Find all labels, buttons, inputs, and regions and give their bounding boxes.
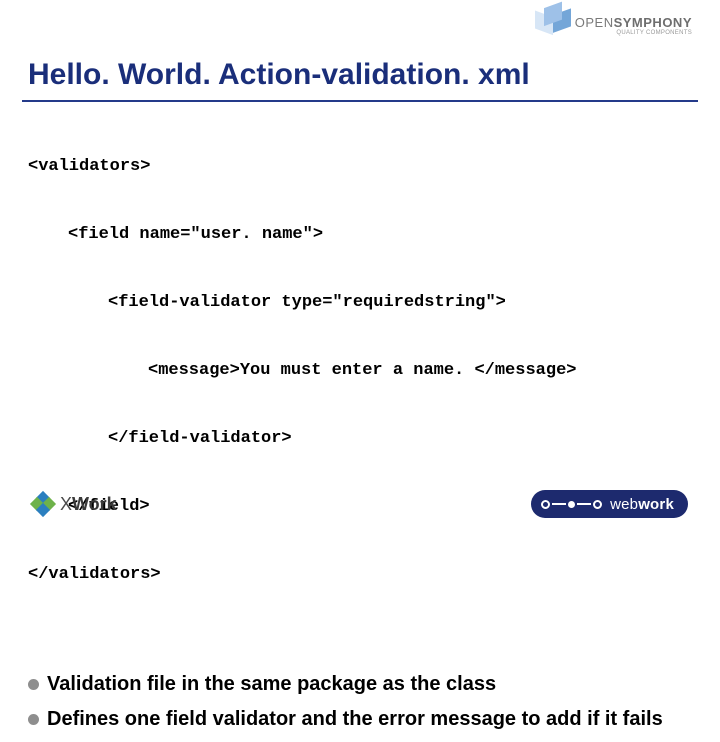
slide-title: Hello. World. Action-validation. xml	[28, 58, 692, 91]
code-block: <validators> <field name="user. name"> <…	[28, 116, 692, 660]
xwork-icon	[32, 493, 54, 515]
xwork-work: Work	[72, 494, 117, 514]
webwork-badge: webwork	[531, 490, 688, 518]
webwork-icon	[541, 500, 602, 509]
brand-light: OPEN	[575, 15, 614, 30]
code-line: <validators>	[28, 150, 692, 184]
code-line: <message>You must enter a name. </messag…	[28, 354, 692, 388]
slide-content: <validators> <field name="user. name"> <…	[28, 116, 692, 742]
code-line: </validators>	[28, 558, 692, 592]
xwork-text: XWork	[60, 494, 117, 515]
title-underline	[22, 100, 698, 102]
bullet-item: Defines one field validator and the erro…	[28, 707, 692, 732]
footer: XWork webwork	[0, 482, 720, 526]
brand-subtitle: QUALITY COMPONENTS	[575, 30, 692, 36]
webwork-bold: work	[638, 496, 674, 513]
bullet-dot-icon	[28, 679, 39, 690]
bullet-list: Validation file in the same package as t…	[28, 672, 692, 732]
bullet-text: Defines one field validator and the erro…	[47, 707, 663, 732]
brand-bold: SYMPHONY	[614, 15, 692, 30]
opensymphony-logo: OPENSYMPHONY QUALITY COMPONENTS	[541, 12, 692, 40]
webwork-text: webwork	[610, 496, 674, 513]
xwork-logo: XWork	[32, 493, 117, 515]
bullet-item: Validation file in the same package as t…	[28, 672, 692, 697]
bullet-dot-icon	[28, 714, 39, 725]
opensymphony-text: OPENSYMPHONY QUALITY COMPONENTS	[575, 16, 692, 36]
slide: OPENSYMPHONY QUALITY COMPONENTS Hello. W…	[0, 0, 720, 540]
code-line: <field-validator type="requiredstring">	[28, 286, 692, 320]
code-line: <field name="user. name">	[28, 218, 692, 252]
webwork-pre: web	[610, 496, 638, 513]
xwork-x: X	[60, 494, 72, 514]
header-bar: OPENSYMPHONY QUALITY COMPONENTS	[0, 0, 720, 60]
code-line: </field-validator>	[28, 422, 692, 456]
bullet-text: Validation file in the same package as t…	[47, 672, 496, 697]
opensymphony-cube-icon	[541, 12, 569, 40]
